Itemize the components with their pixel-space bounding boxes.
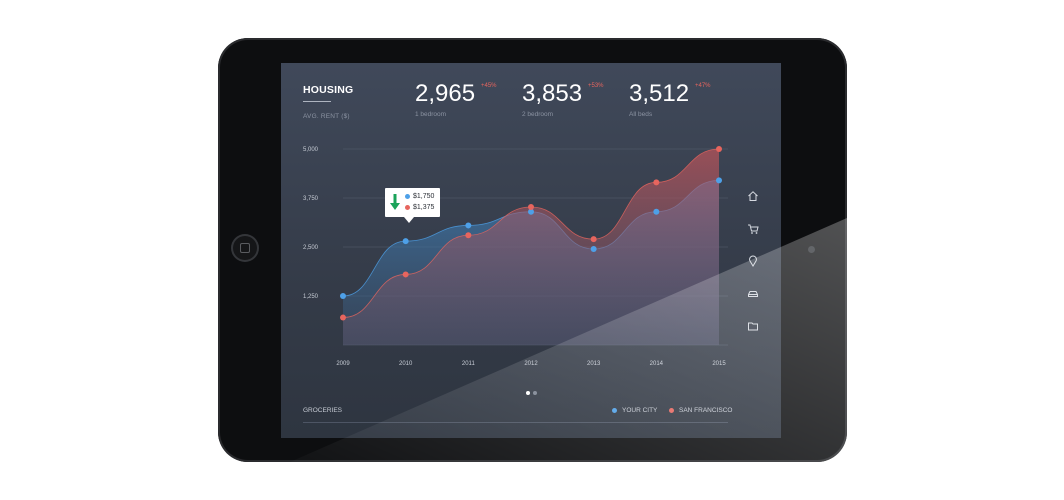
data-point[interactable] [402, 238, 409, 245]
data-point[interactable] [340, 314, 346, 321]
cart-icon[interactable] [747, 223, 759, 235]
red-dot [405, 204, 410, 210]
data-point[interactable] [402, 271, 409, 278]
x-tick-label: 2013 [587, 361, 601, 367]
data-point[interactable] [590, 236, 597, 243]
y-tick-label: 2,500 [303, 245, 319, 251]
app-screen: HOUSING AVG. RENT ($) 2,965 +45% 1 bedro… [281, 63, 781, 438]
x-tick-label: 2010 [399, 361, 413, 367]
y-tick-label: 5,000 [303, 147, 319, 153]
x-tick-label: 2014 [650, 361, 664, 367]
legend-your-city: YOUR CITY [612, 407, 657, 414]
legend-label: YOUR CITY [622, 407, 658, 414]
data-tooltip: $1,750 $1,375 [385, 188, 440, 223]
home-button[interactable] [231, 234, 259, 262]
data-point[interactable] [465, 222, 472, 229]
tooltip-row-your-city: $1,750 [405, 193, 434, 200]
page-indicator[interactable] [526, 382, 540, 400]
data-point[interactable] [716, 146, 722, 152]
legend-label: SAN FRANCISCO [679, 407, 733, 414]
page-dot-active[interactable] [526, 391, 530, 395]
x-tick-label: 2009 [336, 361, 350, 367]
folder-icon[interactable] [747, 320, 759, 332]
section-divider [303, 422, 728, 423]
home-button-icon [240, 243, 250, 253]
data-point[interactable] [528, 204, 534, 211]
y-tick-label: 3,750 [303, 196, 319, 202]
tooltip-value: $1,375 [413, 204, 435, 211]
home-icon[interactable] [747, 190, 759, 202]
page-dot[interactable] [533, 391, 537, 395]
car-icon[interactable] [747, 288, 759, 300]
data-point[interactable] [653, 208, 660, 215]
legend-san-francisco: SAN FRANCISCO [669, 407, 732, 414]
data-point[interactable] [590, 245, 597, 252]
data-point[interactable] [716, 177, 722, 184]
legend-dot-red [669, 407, 674, 413]
x-tick-label: 2012 [524, 361, 538, 367]
pin-icon[interactable] [747, 255, 759, 267]
arrow-down-icon [390, 194, 400, 210]
category-sidebar [747, 190, 761, 353]
data-point[interactable] [340, 293, 346, 299]
camera [808, 246, 815, 253]
x-tick-label: 2011 [462, 361, 476, 367]
tooltip-value: $1,750 [413, 193, 435, 200]
blue-dot [405, 193, 410, 199]
data-point[interactable] [653, 179, 660, 186]
legend-dot-blue [612, 407, 617, 413]
tooltip-row-san-francisco: $1,375 [405, 204, 434, 211]
data-point[interactable] [465, 232, 472, 239]
section-groceries[interactable]: GROCERIES [303, 407, 342, 414]
x-tick-label: 2015 [712, 361, 726, 367]
y-tick-label: 1,250 [303, 294, 319, 300]
